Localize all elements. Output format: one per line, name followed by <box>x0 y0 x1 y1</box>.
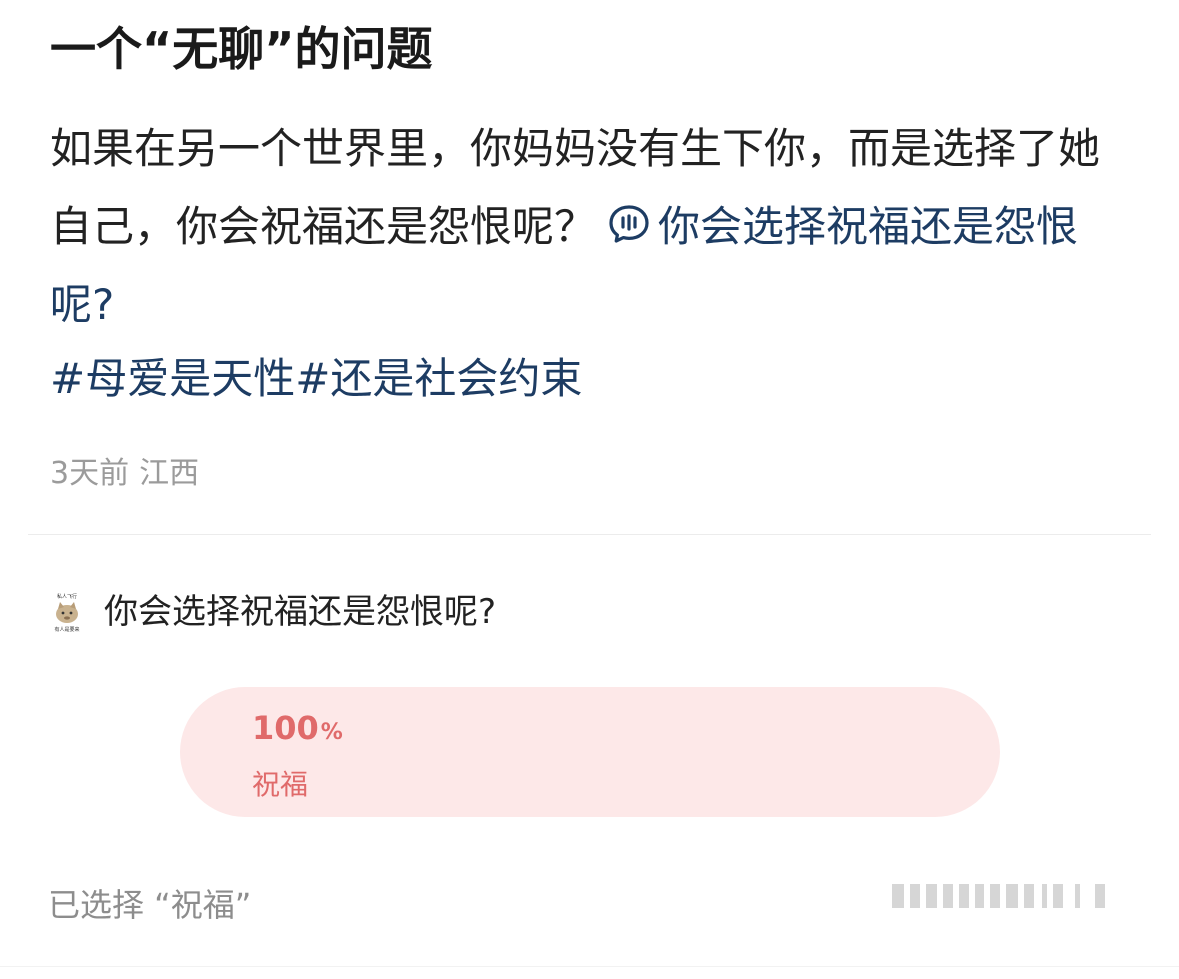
poll-question: 你会选择祝福还是怨恨呢? <box>104 592 497 632</box>
option-percent: 100% <box>252 709 343 747</box>
avatar-caption-bottom: 有人是要来 <box>54 626 79 633</box>
option-percent-value: 100 <box>252 709 319 747</box>
hashtag-social-constraint[interactable]: 还是社会约束 <box>330 354 582 403</box>
selected-choice-text: 已选择 “祝福” <box>48 886 252 924</box>
cat-meme-avatar: 私人飞行 有人是要来 <box>48 591 86 633</box>
watermark-barcode <box>890 880 1130 916</box>
bottom-divider <box>0 966 1179 967</box>
option-percent-unit: % <box>320 720 343 745</box>
chat-bubble-icon[interactable] <box>608 204 650 244</box>
hashtag-row: #母爱是天性#还是社会约束 <box>50 346 582 412</box>
option-label: 祝福 <box>252 768 309 801</box>
divider <box>28 534 1151 535</box>
post-body: 如果在另一个世界里，你妈妈没有生下你，而是选择了她自己，你会祝福还是怨恨呢？ 你会… <box>50 110 1130 344</box>
avatar-caption-top: 私人飞行 <box>57 593 77 600</box>
hashtag-maternal-instinct[interactable]: #母爱是天性# <box>50 354 330 403</box>
poll-header: 私人飞行 有人是要来 你会选择祝福还是怨恨呢? <box>48 586 496 638</box>
poll-option-blessing[interactable]: 100% 祝福 <box>180 687 1000 817</box>
post-meta: 3天前 江西 <box>50 452 199 496</box>
post-title: 一个“无聊”的问题 <box>50 22 433 76</box>
post-location: 江西 <box>139 456 200 491</box>
post-time: 3天前 <box>50 456 130 491</box>
